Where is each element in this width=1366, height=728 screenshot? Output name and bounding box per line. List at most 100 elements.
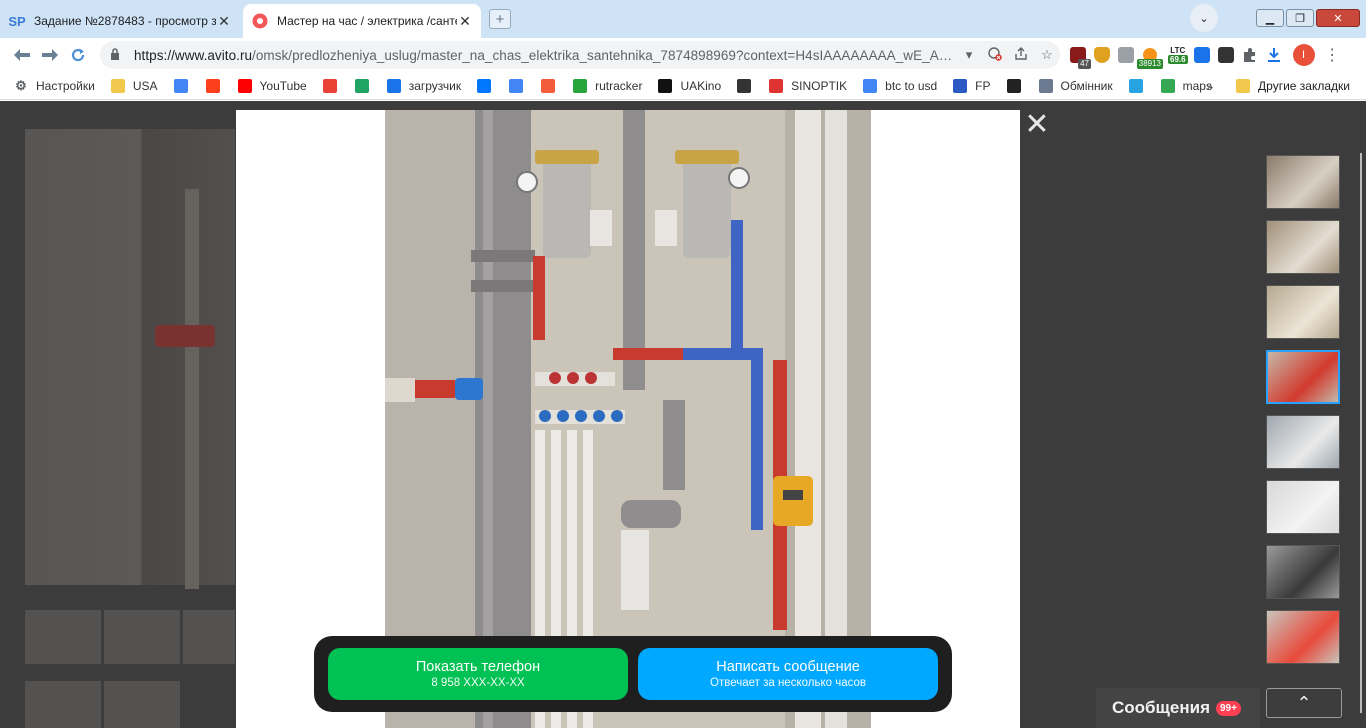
- terminal-extension-icon[interactable]: [1215, 44, 1238, 66]
- google-icon: [863, 78, 878, 93]
- bookmark-label: btc to usd: [885, 78, 938, 93]
- close-icon[interactable]: ✕: [1022, 110, 1052, 142]
- tab-avito[interactable]: Мастер на час / электрика /санте ✕: [243, 4, 481, 38]
- tab-close-icon[interactable]: ✕: [457, 13, 473, 30]
- bc-icon: [1006, 78, 1021, 93]
- bookmark-item[interactable]: [322, 78, 345, 93]
- star-icon: [1128, 78, 1143, 93]
- bookmark-label: rutracker: [595, 78, 643, 93]
- profile-avatar[interactable]: I: [1292, 44, 1315, 66]
- contact-panel: Показать телефон 8 958 XXX-XX-XX Написат…: [314, 636, 952, 712]
- tab-task[interactable]: SP Задание №2878483 - просмотр з ✕: [0, 4, 240, 38]
- gallery-thumbnail[interactable]: [1266, 610, 1340, 664]
- avito-favicon-icon: [251, 12, 269, 30]
- bookmark-item[interactable]: [737, 78, 759, 93]
- sp-favicon-icon: SP: [8, 13, 26, 29]
- reload-icon[interactable]: [64, 41, 92, 69]
- bookmark-label: Настройки: [36, 78, 95, 93]
- youtube-icon: [237, 78, 252, 93]
- bookmark-label: YouTube: [259, 78, 307, 93]
- downloads-icon[interactable]: [1263, 44, 1286, 66]
- bookmark-label: UAKino: [680, 78, 722, 93]
- bookmark-item[interactable]: [354, 78, 377, 93]
- gallery-thumbnail[interactable]: [1266, 545, 1340, 599]
- listing-thumbnail[interactable]: [25, 610, 101, 664]
- puzzle-extensions-icon[interactable]: [1239, 44, 1262, 66]
- messages-widget[interactable]: Сообщения 99+: [1096, 688, 1260, 728]
- tab-close-icon[interactable]: ✕: [216, 13, 232, 30]
- back-arrow-icon[interactable]: [8, 41, 36, 69]
- messages-count-badge: 99+: [1215, 700, 1241, 716]
- chevron-up-icon[interactable]: ⌃: [1266, 688, 1342, 718]
- restore-button[interactable]: ❐: [1286, 9, 1314, 27]
- download-helper-icon[interactable]: [1191, 44, 1214, 66]
- thermometer-icon: [769, 78, 784, 93]
- messages-label: Сообщения: [1112, 698, 1210, 717]
- write-message-label: Написать сообщение: [716, 658, 860, 675]
- other-bookmarks[interactable]: Другие закладки: [1236, 72, 1350, 100]
- show-phone-label: Показать телефон: [415, 658, 541, 675]
- gallery-thumbnail[interactable]: [1266, 155, 1340, 209]
- minimize-button[interactable]: ▁: [1256, 9, 1284, 27]
- bookmarks-overflow-button[interactable]: »: [1206, 72, 1213, 100]
- bookmark-item[interactable]: Обмінник: [1038, 78, 1113, 93]
- tab-title: Задание №2878483 - просмотр з: [34, 14, 216, 28]
- bookmark-item[interactable]: [1128, 78, 1151, 93]
- show-phone-button[interactable]: Показать телефон 8 958 XXX-XX-XX: [328, 648, 628, 700]
- tab-search-button[interactable]: ⌄: [1190, 4, 1218, 32]
- bookmark-item[interactable]: [205, 78, 228, 93]
- briefcase-extension-icon[interactable]: [1114, 44, 1137, 66]
- chess-icon: [737, 78, 752, 93]
- bookmark-item[interactable]: FP: [953, 78, 991, 93]
- yandex-icon: [205, 78, 220, 93]
- window-close-button[interactable]: ✕: [1316, 9, 1360, 27]
- bookmark-item[interactable]: YouTube: [237, 78, 307, 93]
- bookmark-item[interactable]: maps: [1160, 78, 1212, 93]
- bookmark-item[interactable]: SINOPTIK: [769, 78, 847, 93]
- menu-kebab-icon[interactable]: ⋮: [1321, 44, 1344, 66]
- address-bar[interactable]: https://www.avito.ru/omsk/predlozheniya_…: [100, 41, 1060, 69]
- tab-strip: SP Задание №2878483 - просмотр з ✕ Масте…: [0, 0, 1366, 38]
- bookmark-item[interactable]: ⚙ Настройки: [14, 78, 95, 93]
- listing-thumbnail[interactable]: [104, 681, 180, 728]
- infinity-icon: [386, 78, 401, 93]
- bookmark-item[interactable]: [509, 78, 531, 93]
- bookmark-item[interactable]: UAKino: [658, 78, 722, 93]
- bookmark-item[interactable]: rutracker: [573, 78, 643, 93]
- drive-icon: [354, 78, 369, 93]
- gallery-thumbnail[interactable]: [1266, 220, 1340, 274]
- share-icon[interactable]: [1008, 46, 1034, 64]
- listing-thumbnail[interactable]: [183, 610, 235, 664]
- google-icon: [173, 78, 188, 93]
- url-text[interactable]: https://www.avito.ru/omsk/predlozheniya_…: [134, 48, 956, 63]
- bookmark-item[interactable]: btc to usd: [863, 78, 938, 93]
- listing-thumbnail[interactable]: [104, 610, 180, 664]
- bitcoin-extension-icon[interactable]: 38913: [1136, 44, 1163, 69]
- ltc-extension-icon[interactable]: LTC 69.6: [1168, 46, 1188, 64]
- new-tab-button[interactable]: +: [489, 9, 511, 29]
- write-message-button[interactable]: Написать сообщение Отвечает за несколько…: [638, 648, 938, 700]
- scrollbar[interactable]: [1360, 153, 1362, 713]
- listing-thumbnail[interactable]: [25, 681, 101, 728]
- bookmark-item[interactable]: USA: [110, 78, 158, 93]
- bookmark-item[interactable]: [541, 78, 563, 93]
- bookmarks-bar: ⚙ Настройки USA YouTube загрузчик rutracker UA…: [0, 72, 1366, 100]
- gallery-thumbnail[interactable]: [1266, 350, 1340, 404]
- browser-toolbar: https://www.avito.ru/omsk/predlozheniya_…: [0, 38, 1366, 72]
- bookmark-item[interactable]: [477, 78, 499, 93]
- bookmark-item[interactable]: [173, 78, 196, 93]
- translate-icon: [509, 78, 524, 93]
- lock-icon[interactable]: [110, 47, 124, 63]
- gallery-thumbnail[interactable]: [1266, 480, 1340, 534]
- blocked-icon[interactable]: [982, 46, 1008, 64]
- dropdown-caret-icon[interactable]: ▾: [956, 47, 982, 63]
- vk-icon: [477, 78, 492, 93]
- gallery-thumbnail[interactable]: [1266, 415, 1340, 469]
- gallery-thumbnail[interactable]: [1266, 285, 1340, 339]
- bookmark-item[interactable]: [1006, 78, 1029, 93]
- shield-extension-icon[interactable]: [1090, 44, 1113, 66]
- bookmark-star-icon[interactable]: ☆: [1034, 47, 1060, 63]
- bookmark-item[interactable]: загрузчик: [386, 78, 461, 93]
- forward-arrow-icon[interactable]: [36, 41, 64, 69]
- ublock-icon[interactable]: 47: [1066, 44, 1091, 69]
